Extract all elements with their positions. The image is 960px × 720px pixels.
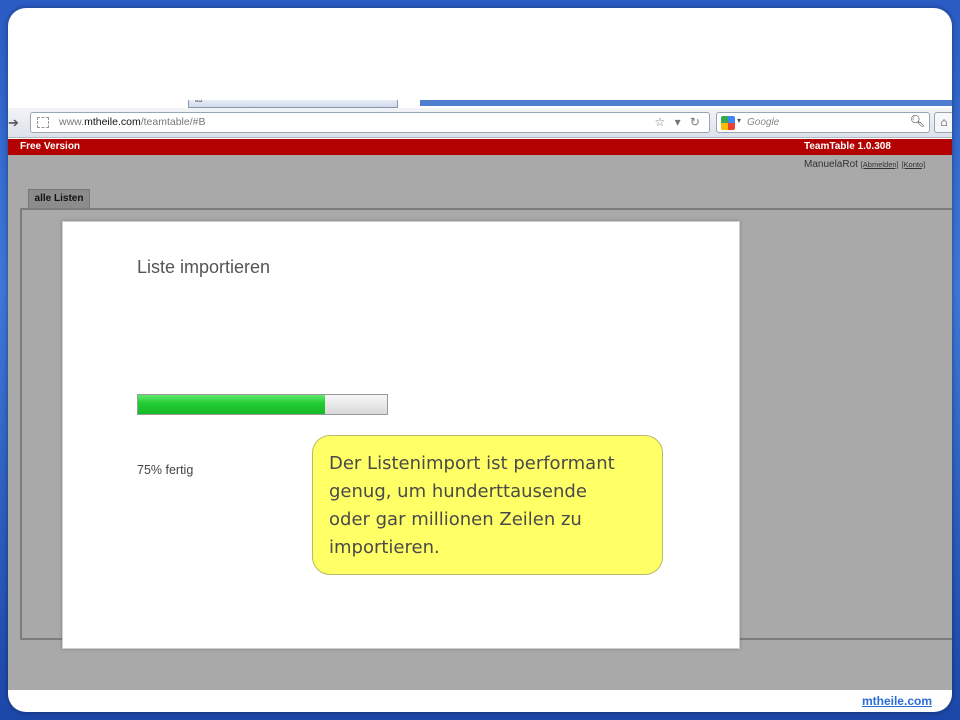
dialog-title: Liste importieren — [137, 257, 271, 277]
callout-line: genug, um hunderttausende — [329, 481, 587, 502]
account-link[interactable]: [Konto] — [901, 160, 925, 169]
chevron-down-icon[interactable]: ▾ — [737, 116, 741, 125]
site-identity-icon[interactable] — [37, 117, 49, 128]
browser-tab-label: tl3 — [195, 100, 203, 104]
progress-fill — [138, 395, 325, 414]
product-version-label: TeamTable 1.0.308 — [804, 141, 891, 152]
user-line: ManuelaRot [Abmelden] [Konto] — [804, 159, 925, 170]
url-path: /teamtable/#B — [140, 116, 206, 128]
url-domain: mtheile.com — [84, 116, 141, 128]
url-bar[interactable]: www.mtheile.com/teamtable/#B ☆ ▾ ↻ — [30, 112, 710, 133]
url-prefix: www. — [59, 116, 85, 128]
magnifier-icon[interactable]: 🔍︎ — [910, 114, 925, 128]
free-version-label: Free Version — [20, 141, 81, 152]
slide-frame: tl3 ➔ www.mtheile.com/teamtable/#B ☆ ▾ ↻… — [8, 8, 952, 712]
tab-strip: tl3 — [8, 100, 952, 108]
navigation-bar: ➔ www.mtheile.com/teamtable/#B ☆ ▾ ↻ ▾ G… — [8, 108, 952, 138]
url-text[interactable]: www.mtheile.com/teamtable/#B — [59, 116, 206, 128]
search-placeholder[interactable]: Google — [747, 117, 779, 128]
bookmark-dropdown-reload-icons[interactable]: ☆ ▾ ↻ — [654, 115, 703, 129]
browser-screenshot: tl3 ➔ www.mtheile.com/teamtable/#B ☆ ▾ ↻… — [8, 100, 952, 690]
callout-line: oder gar millionen Zeilen zu — [329, 509, 582, 530]
callout-note: Der Listenimport ist performant genug, u… — [312, 435, 663, 575]
logout-link[interactable]: [Abmelden] — [861, 160, 899, 169]
progress-text: 75% fertig — [137, 463, 194, 477]
search-bar[interactable]: ▾ Google 🔍︎ — [716, 112, 930, 133]
tab-strip-background — [420, 100, 952, 106]
tab-alle-listen[interactable]: alle Listen — [28, 189, 90, 208]
footer-link[interactable]: mtheile.com — [862, 694, 932, 708]
browser-tab[interactable]: tl3 — [188, 100, 398, 108]
user-name: ManuelaRot — [804, 159, 858, 170]
forward-arrow-icon[interactable]: ➔ — [8, 115, 22, 131]
callout-line: importieren. — [329, 537, 440, 558]
import-progress-bar — [137, 394, 388, 415]
callout-line: Der Listenimport ist performant — [329, 453, 615, 474]
version-bar: Free Version TeamTable 1.0.308 — [8, 139, 952, 155]
home-icon[interactable]: ⌂ — [934, 112, 952, 133]
google-engine-icon[interactable] — [721, 116, 735, 130]
app-area: ManuelaRot [Abmelden] [Konto] alle Liste… — [8, 155, 952, 690]
